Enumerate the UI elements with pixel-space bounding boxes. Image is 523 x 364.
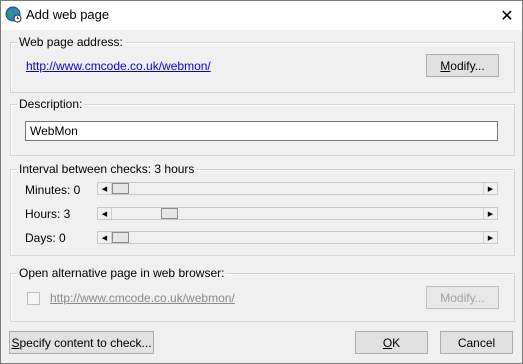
- specify-content-button[interactable]: Specify content to check...: [9, 331, 154, 354]
- cancel-button[interactable]: Cancel: [440, 331, 513, 354]
- ok-label: OK: [382, 335, 401, 350]
- hours-slider[interactable]: ◀ ▶: [97, 207, 498, 220]
- days-label: Days: 0: [25, 231, 66, 245]
- days-right-arrow-icon[interactable]: ▶: [483, 232, 497, 243]
- minutes-right-arrow-icon[interactable]: ▶: [483, 183, 497, 194]
- hours-label: Hours: 3: [25, 207, 71, 221]
- modify-address-label: Modify...: [440, 58, 485, 73]
- minutes-slider-thumb[interactable]: [112, 183, 129, 194]
- title-bar: Add web page ✕: [1, 1, 522, 30]
- close-button[interactable]: ✕: [492, 1, 522, 30]
- add-web-page-dialog: Add web page ✕ Web page address: http://…: [0, 0, 523, 364]
- minutes-left-arrow-icon[interactable]: ◀: [98, 183, 112, 194]
- minutes-label: Minutes: 0: [25, 183, 81, 197]
- modify-address-button[interactable]: Modify...: [426, 54, 499, 77]
- description-input[interactable]: WebMon: [25, 121, 498, 141]
- webmon-app-icon: [5, 6, 22, 23]
- hours-left-arrow-icon[interactable]: ◀: [98, 208, 112, 219]
- web-page-address-label: Web page address:: [17, 35, 125, 49]
- cancel-label: Cancel: [457, 335, 496, 350]
- web-page-url-link[interactable]: http://www.cmcode.co.uk/webmon/: [26, 59, 211, 73]
- alternative-page-label: Open alternative page in web browser:: [17, 266, 227, 280]
- specify-content-label: Specify content to check...: [11, 335, 152, 350]
- description-label: Description:: [17, 97, 85, 111]
- hours-right-arrow-icon[interactable]: ▶: [483, 208, 497, 219]
- alternative-page-url: http://www.cmcode.co.uk/webmon/: [50, 291, 235, 305]
- modify-alternative-button[interactable]: Modify...: [426, 286, 499, 309]
- days-left-arrow-icon[interactable]: ◀: [98, 232, 112, 243]
- close-icon: ✕: [500, 7, 514, 25]
- window-title: Add web page: [26, 7, 110, 22]
- hours-slider-thumb[interactable]: [161, 208, 178, 219]
- minutes-slider[interactable]: ◀ ▶: [97, 182, 498, 195]
- interval-label: Interval between checks: 3 hours: [17, 162, 197, 176]
- days-slider-thumb[interactable]: [112, 232, 129, 243]
- ok-button[interactable]: OK: [355, 331, 428, 354]
- modify-alternative-label: Modify...: [440, 290, 485, 305]
- days-slider[interactable]: ◀ ▶: [97, 231, 498, 244]
- alternative-page-checkbox[interactable]: [27, 292, 40, 305]
